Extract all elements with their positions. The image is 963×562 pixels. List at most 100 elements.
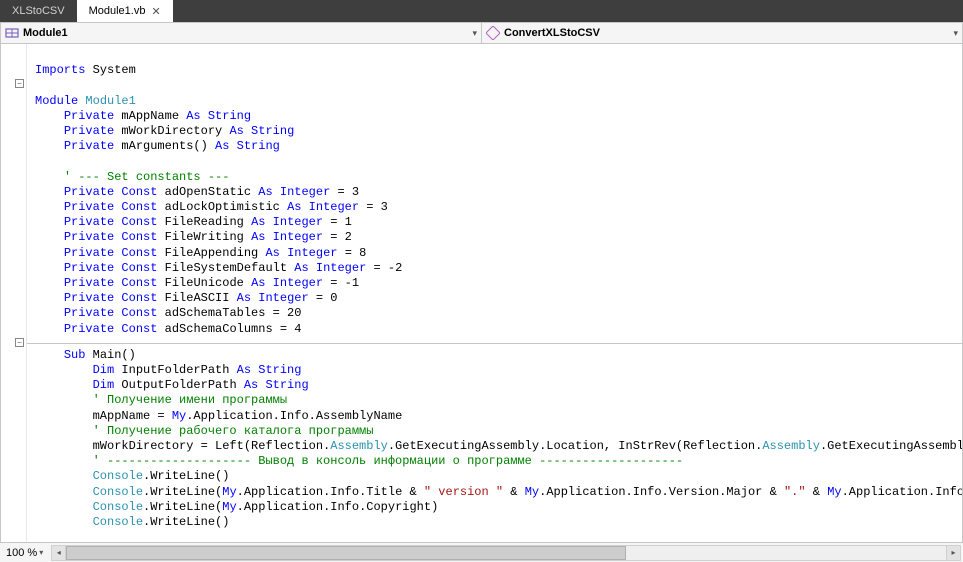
code-token: Console xyxy=(93,500,143,514)
code-token: adOpenStatic xyxy=(165,185,259,199)
code-token: Private Const xyxy=(64,306,165,320)
code-area[interactable]: Imports System Module Module1 Private mA… xyxy=(27,44,962,542)
code-token: .WriteLine( xyxy=(143,485,222,499)
tab-label: Module1.vb xyxy=(89,5,146,17)
code-token: mWorkDirectory = Left(Reflection. xyxy=(93,439,331,453)
code-token: InputFolderPath xyxy=(121,363,236,377)
code-token: Private xyxy=(64,124,122,138)
code-token: As Integer xyxy=(251,215,330,229)
code-token: As Integer xyxy=(265,246,344,260)
member-selector[interactable]: ConvertXLStoCSV ▾ xyxy=(482,23,962,43)
close-icon[interactable]: ✕ xyxy=(151,5,160,18)
code-token: As Integer xyxy=(237,291,316,305)
scroll-left-button[interactable]: ◂ xyxy=(52,546,66,560)
chevron-down-icon: ▾ xyxy=(953,28,958,39)
code-token: ' --- Set constants --- xyxy=(64,170,230,184)
code-token: Imports xyxy=(35,63,93,77)
code-token: As Integer xyxy=(251,276,330,290)
zoom-level[interactable]: 100 %▾ xyxy=(0,547,49,559)
code-token: Assembly xyxy=(330,439,388,453)
code-token: As String xyxy=(229,124,294,138)
code-token: Private Const xyxy=(64,291,165,305)
code-token: FileSystemDefault xyxy=(165,261,295,275)
code-token: FileUnicode xyxy=(165,276,251,290)
tab-xls-to-csv[interactable]: XLStoCSV xyxy=(0,0,77,22)
code-token: Private Const xyxy=(64,276,165,290)
code-token: Sub xyxy=(64,348,93,362)
code-token: adSchemaColumns = 4 xyxy=(165,322,302,336)
code-token: = 0 xyxy=(316,291,338,305)
module-icon xyxy=(5,26,19,40)
member-name: ConvertXLStoCSV xyxy=(504,27,600,39)
code-token: Console xyxy=(93,515,143,529)
code-token: FileReading xyxy=(165,215,251,229)
code-token: = 2 xyxy=(330,230,352,244)
code-token: = 8 xyxy=(345,246,367,260)
code-token: Private Const xyxy=(64,246,165,260)
code-token: Module xyxy=(35,94,85,108)
code-token: As String xyxy=(237,363,302,377)
code-token: = -1 xyxy=(330,276,359,290)
editor: − − Imports System Module Module1 Privat… xyxy=(0,44,963,542)
code-token: My xyxy=(827,485,841,499)
fold-toggle[interactable]: − xyxy=(15,79,24,88)
code-token: As Integer xyxy=(258,185,337,199)
code-token: OutputFolderPath xyxy=(121,378,243,392)
code-token: adSchemaTables = 20 xyxy=(165,306,302,320)
code-token: Private Const xyxy=(64,215,165,229)
code-token: ' -------------------- Вывод в консоль и… xyxy=(93,454,684,468)
status-bar: 100 %▾ ◂ ▸ xyxy=(0,542,963,562)
code-token: .WriteLine() xyxy=(143,515,229,529)
chevron-down-icon: ▾ xyxy=(39,548,43,557)
code-token: Private xyxy=(64,139,122,153)
code-token: My xyxy=(222,500,236,514)
code-token: My xyxy=(222,485,236,499)
code-token: "." xyxy=(784,485,806,499)
code-token: & xyxy=(503,485,525,499)
code-token: adLockOptimistic xyxy=(165,200,287,214)
code-token: .Application.Info.Copyright) xyxy=(237,500,439,514)
code-token: Dim xyxy=(93,363,122,377)
tab-bar: XLStoCSV Module1.vb ✕ xyxy=(0,0,963,22)
scroll-thumb[interactable] xyxy=(66,546,626,560)
code-token: Console xyxy=(93,485,143,499)
code-token: Private Const xyxy=(64,261,165,275)
class-name: Module1 xyxy=(23,27,68,39)
code-token: mAppName xyxy=(121,109,186,123)
code-token: System xyxy=(93,63,136,77)
region-separator xyxy=(27,343,962,344)
code-token: .GetExecutingAssembly.Location, InStrRev… xyxy=(388,439,762,453)
code-token: .Application.Info.AssemblyName xyxy=(186,409,402,423)
code-token: .Application.Info.Version.Major & xyxy=(539,485,784,499)
code-token: My xyxy=(525,485,539,499)
code-token: FileASCII xyxy=(165,291,237,305)
code-token: As String xyxy=(244,378,309,392)
code-token: Private Const xyxy=(64,322,165,336)
code-token: Module1 xyxy=(85,94,135,108)
code-token: & xyxy=(806,485,828,499)
tab-module1-vb[interactable]: Module1.vb ✕ xyxy=(77,0,173,22)
code-token: ' Получение имени программы xyxy=(93,393,287,407)
code-token: Private xyxy=(64,109,122,123)
member-nav: Module1 ▾ ConvertXLStoCSV ▾ xyxy=(0,22,963,44)
code-token: mAppName = xyxy=(93,409,172,423)
code-token: As String xyxy=(186,109,251,123)
method-icon xyxy=(486,26,500,40)
class-selector[interactable]: Module1 ▾ xyxy=(1,23,482,43)
code-token: mArguments() xyxy=(121,139,215,153)
code-token: = 3 xyxy=(337,185,359,199)
code-token: FileAppending xyxy=(165,246,266,260)
code-token: Console xyxy=(93,469,143,483)
code-token: " version " xyxy=(424,485,503,499)
scroll-right-button[interactable]: ▸ xyxy=(946,546,960,560)
chevron-down-icon: ▾ xyxy=(472,28,477,39)
fold-toggle[interactable]: − xyxy=(15,338,24,347)
code-token: .Application.Info.Title & xyxy=(237,485,424,499)
code-token: Private Const xyxy=(64,230,165,244)
code-token: Private Const xyxy=(64,185,165,199)
horizontal-scrollbar[interactable]: ◂ ▸ xyxy=(51,545,961,561)
code-token: = 3 xyxy=(366,200,388,214)
code-token: mWorkDirectory xyxy=(121,124,229,138)
code-token: .Application.Info.Ve xyxy=(842,485,962,499)
code-token: = 1 xyxy=(330,215,352,229)
